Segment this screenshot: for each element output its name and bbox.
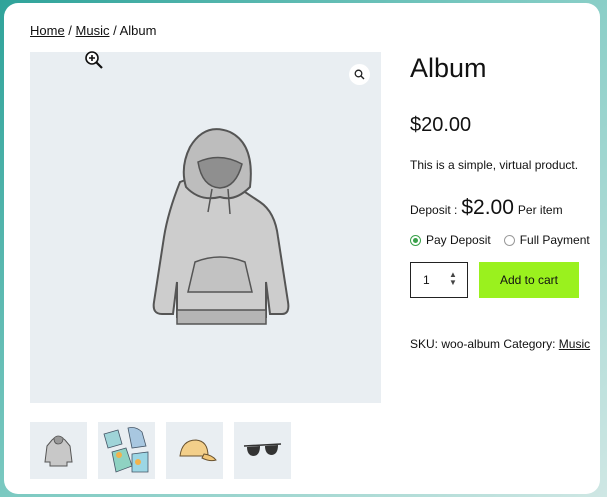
zoom-cursor-icon — [85, 51, 103, 69]
zoom-button[interactable] — [349, 64, 370, 85]
breadcrumb-current: Album — [119, 23, 157, 38]
gallery-thumbnail-hoodies[interactable] — [98, 422, 155, 479]
payment-option-group: Pay Deposit Full Payment — [410, 233, 590, 247]
quantity-input[interactable]: 1 ▲ ▼ — [410, 262, 468, 298]
product-card: Home / Music / Album Album $20.00 This i… — [4, 3, 600, 494]
hoodie-illustration — [152, 128, 290, 325]
hoodie-thumbnail-icon — [44, 435, 73, 467]
product-meta: SKU: woo-album Category: Music — [410, 337, 590, 351]
search-icon — [354, 69, 365, 80]
deposit-amount: $2.00 — [461, 196, 514, 219]
breadcrumb-separator: / — [64, 23, 76, 38]
cap-thumbnail-icon — [179, 439, 217, 462]
quantity-value: 1 — [423, 273, 430, 287]
gallery-thumbnail-hoodie[interactable] — [30, 422, 87, 479]
category-link[interactable]: Music — [559, 337, 590, 351]
deposit-info: Deposit : $2.00 Per item — [410, 196, 563, 220]
product-description: This is a simple, virtual product. — [410, 158, 579, 172]
deposit-unit: Per item — [517, 203, 563, 217]
product-title: Album — [410, 53, 487, 83]
deposit-label: Deposit : — [410, 203, 458, 217]
product-price: $20.00 — [410, 114, 472, 136]
gallery-thumbnail-cap[interactable] — [166, 422, 223, 479]
breadcrumb-music-link[interactable]: Music — [76, 23, 110, 38]
pay-deposit-radio[interactable] — [410, 234, 421, 246]
breadcrumb: Home / Music / Album — [30, 23, 156, 38]
pay-deposit-label[interactable]: Pay Deposit — [426, 233, 491, 247]
sunglasses-thumbnail-icon — [243, 443, 282, 456]
add-to-cart-button[interactable]: Add to cart — [479, 262, 579, 298]
sku-label: SKU: — [410, 337, 439, 351]
chevron-down-icon[interactable]: ▼ — [447, 279, 459, 287]
full-payment-label[interactable]: Full Payment — [520, 233, 590, 247]
full-payment-radio[interactable] — [503, 234, 515, 246]
product-main-image[interactable] — [30, 52, 381, 403]
breadcrumb-home-link[interactable]: Home — [30, 23, 65, 38]
sku-value: woo-album — [441, 337, 501, 351]
category-label: Category: — [503, 337, 556, 351]
gallery-thumbnail-sunglasses[interactable] — [234, 422, 291, 479]
breadcrumb-separator: / — [109, 23, 120, 38]
quantity-stepper[interactable]: ▲ ▼ — [447, 271, 459, 289]
hoodies-thumbnail-icon — [103, 427, 149, 473]
